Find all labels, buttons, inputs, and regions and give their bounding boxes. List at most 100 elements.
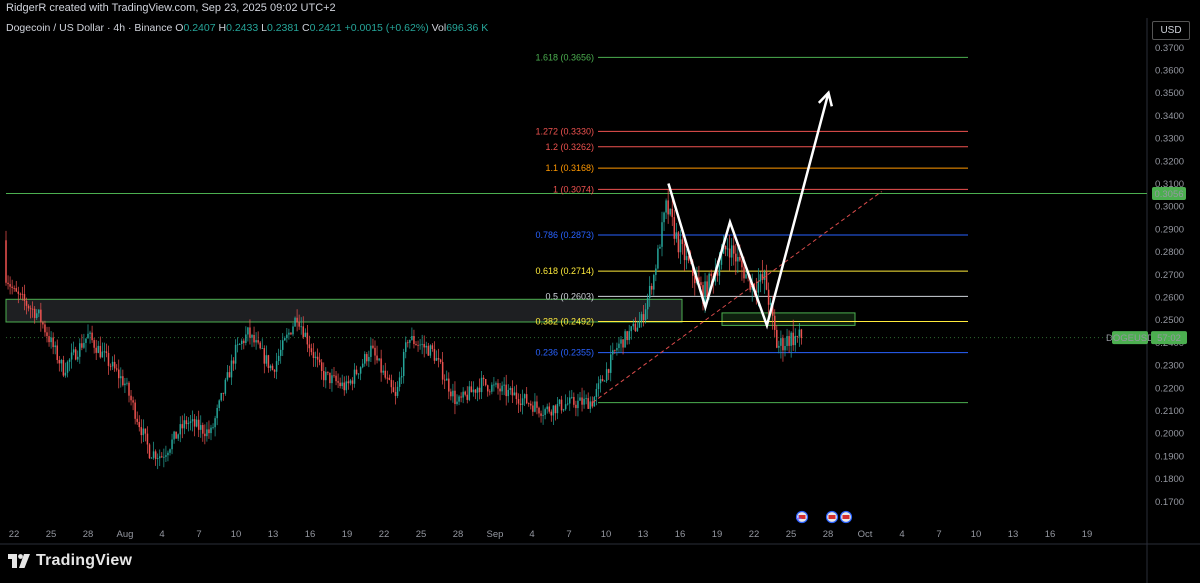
candle-body (9, 284, 11, 287)
candle-body (632, 323, 635, 327)
candle-body (480, 377, 483, 393)
candle-body (468, 386, 471, 400)
candle-body (312, 352, 315, 359)
x-tick-label: 25 (416, 529, 427, 540)
candle-body (265, 355, 268, 364)
candle-body (261, 348, 263, 349)
candle-body (659, 246, 661, 249)
candle-body (347, 381, 350, 384)
candle-body (302, 326, 304, 337)
candle-body (776, 329, 778, 348)
x-tick-label: 19 (342, 529, 353, 540)
candle-body (255, 340, 257, 343)
candle-body (546, 406, 548, 410)
candle-body (259, 342, 261, 349)
candle-body (411, 336, 413, 340)
candle-body (603, 380, 606, 382)
event-plus-icon[interactable]: + (795, 514, 803, 524)
candle-body (460, 396, 462, 398)
candle-body (620, 339, 622, 344)
tradingview-logo[interactable]: TradingView (8, 552, 132, 570)
candle-body (517, 399, 520, 404)
price-chart[interactable]: 0.1700 0.1800 0.1900 0.2000 0.2100 0.2200 0.23… (0, 0, 1200, 583)
candle-body (763, 271, 766, 280)
candle-body (390, 379, 393, 388)
projection-path[interactable] (667, 92, 830, 330)
candle-body (429, 345, 432, 356)
candle-body (351, 380, 354, 384)
candle-body (380, 358, 382, 373)
candle-body (103, 351, 106, 353)
candle-body (523, 394, 526, 399)
candle-body (607, 369, 610, 373)
candle-body (7, 282, 9, 285)
candle-body (511, 388, 514, 396)
candle-body (333, 375, 335, 377)
y-tick-label: 0.2200 (1155, 383, 1184, 394)
candle-body (378, 358, 380, 361)
candle-body (534, 401, 536, 412)
candle-body (5, 240, 7, 283)
candle-body (357, 373, 360, 375)
candle-body (368, 356, 370, 362)
fib-level-label: 0.382 (0.2492) (535, 317, 594, 327)
candle-body (101, 351, 104, 358)
candle-body (663, 212, 665, 223)
candle-body (124, 383, 126, 386)
candle-body (376, 355, 378, 361)
x-tick-label: 4 (159, 529, 164, 540)
candle-body (120, 376, 122, 379)
candle-body (236, 344, 239, 346)
candle-body (331, 375, 333, 384)
candle-body (733, 245, 735, 254)
candle-body (685, 256, 688, 261)
x-tick-label: 7 (936, 529, 941, 540)
candle-body (392, 387, 395, 392)
retest-zone[interactable] (721, 312, 856, 326)
candle-body (394, 391, 397, 396)
candle-body (398, 377, 401, 387)
candle-body (318, 359, 321, 363)
candle-body (382, 370, 384, 373)
x-tick-label: 16 (305, 529, 316, 540)
candle-body (564, 404, 567, 410)
candle-body (503, 384, 505, 386)
candle-body (179, 424, 181, 435)
candle-body (487, 385, 489, 392)
candle-body (95, 347, 97, 353)
candle-body (800, 329, 803, 338)
y-tick-label: 0.1700 (1155, 497, 1184, 508)
candle-body (648, 285, 651, 298)
x-tick-label: 28 (823, 529, 834, 540)
candle-body (419, 344, 421, 346)
candle-body (384, 370, 386, 378)
candle-body (148, 444, 151, 459)
candle-body (38, 309, 40, 314)
candle-body (431, 345, 434, 350)
candle-body (595, 389, 598, 398)
candle-body (784, 346, 786, 351)
candle-body (679, 239, 682, 253)
y-tick-label: 0.1900 (1155, 451, 1184, 462)
x-tick-label: 22 (749, 529, 760, 540)
candle-body (197, 419, 200, 430)
candle-body (675, 232, 678, 239)
candle-body (774, 315, 776, 330)
candle-body (132, 400, 134, 403)
candle-body (671, 208, 673, 218)
candle-body (191, 419, 194, 422)
candle-body (497, 383, 499, 389)
trendline-dashed[interactable] (592, 191, 882, 403)
candle-body (655, 268, 657, 275)
candle-body (208, 429, 210, 434)
candle-body (728, 248, 731, 258)
candle-body (782, 338, 784, 351)
y-tick-label: 0.3600 (1155, 66, 1184, 77)
candle-body (618, 343, 620, 348)
candle-body (23, 294, 26, 301)
candle-body (40, 309, 42, 323)
candle-body (66, 361, 69, 373)
y-tick-label: 0.2100 (1155, 406, 1184, 417)
candle-body (364, 354, 366, 364)
candle-body (491, 384, 493, 392)
